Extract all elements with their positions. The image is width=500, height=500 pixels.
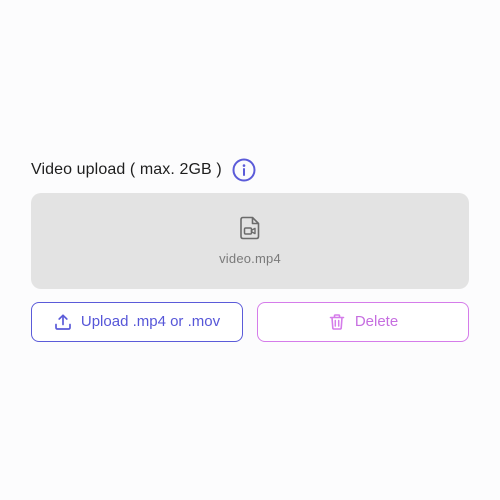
- upload-title: Video upload ( max. 2GB ): [31, 161, 222, 178]
- video-drop-zone[interactable]: video.mp4: [31, 193, 469, 289]
- upload-icon: [54, 313, 72, 331]
- delete-button[interactable]: Delete: [257, 302, 469, 342]
- upload-actions: Upload .mp4 or .mov Delete: [31, 302, 469, 342]
- upload-button[interactable]: Upload .mp4 or .mov: [31, 302, 243, 342]
- upload-header: Video upload ( max. 2GB ): [31, 156, 469, 184]
- file-name: video.mp4: [219, 251, 281, 266]
- video-upload-panel: Video upload ( max. 2GB ) video.mp4 Uplo…: [31, 156, 469, 342]
- info-icon[interactable]: [232, 158, 256, 182]
- upload-button-label: Upload .mp4 or .mov: [80, 313, 221, 330]
- delete-button-label: Delete: [354, 313, 399, 330]
- trash-icon: [328, 313, 346, 331]
- video-file-icon: [238, 215, 262, 241]
